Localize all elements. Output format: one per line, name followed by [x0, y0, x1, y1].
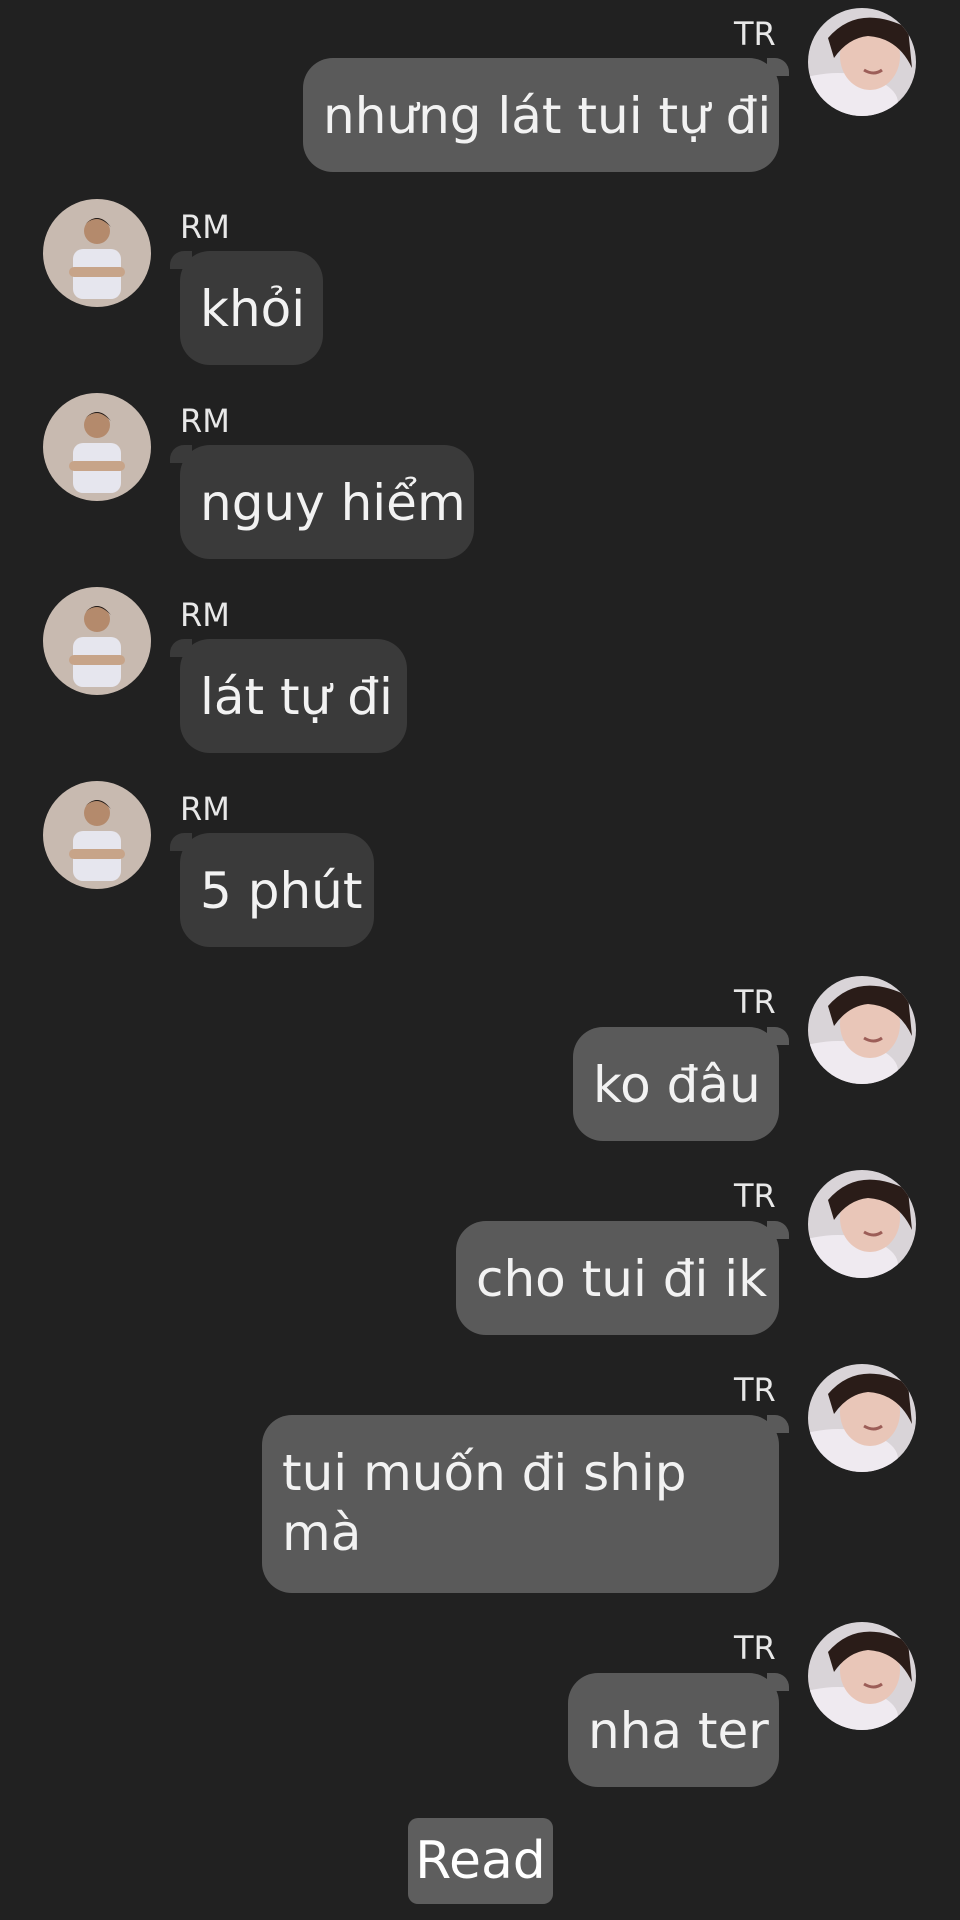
sender-name: TR	[734, 983, 776, 1021]
sender-name: RM	[180, 596, 230, 634]
sender-name: RM	[180, 208, 230, 246]
message-bubble[interactable]: cho tui đi ik	[456, 1221, 789, 1335]
message-bubble[interactable]: nhưng lát tui tự đi	[303, 58, 789, 172]
sender-name: RM	[180, 402, 230, 440]
sender-name: TR	[734, 1629, 776, 1667]
sender-name: TR	[734, 1177, 776, 1215]
message-bubble[interactable]: 5 phút	[170, 833, 374, 947]
message-bubble[interactable]: tui muốn đi ship mà	[262, 1415, 789, 1593]
avatar-rm-icon[interactable]	[43, 781, 151, 889]
avatar-tr-icon[interactable]	[808, 1622, 916, 1730]
message-bubble[interactable]: ko đâu	[573, 1027, 789, 1141]
sender-name: TR	[734, 1371, 776, 1409]
avatar-rm-icon[interactable]	[43, 199, 151, 307]
message-bubble[interactable]: nguy hiểm	[170, 445, 474, 559]
avatar-tr-icon[interactable]	[808, 1170, 916, 1278]
avatar-tr-icon[interactable]	[808, 1364, 916, 1472]
avatar-tr-icon[interactable]	[808, 976, 916, 1084]
message-bubble[interactable]: lát tự đi	[170, 639, 407, 753]
avatar-rm-icon[interactable]	[43, 393, 151, 501]
sender-name: TR	[734, 15, 776, 53]
read-receipt-badge: Read	[408, 1818, 553, 1904]
message-bubble[interactable]: khỏi	[170, 251, 323, 365]
chat-thread: TR nhưng lát tui tự đi RM khỏi RM nguy h…	[0, 0, 960, 1920]
avatar-tr-icon[interactable]	[808, 8, 916, 116]
sender-name: RM	[180, 790, 230, 828]
avatar-rm-icon[interactable]	[43, 587, 151, 695]
message-bubble[interactable]: nha ter	[568, 1673, 789, 1787]
